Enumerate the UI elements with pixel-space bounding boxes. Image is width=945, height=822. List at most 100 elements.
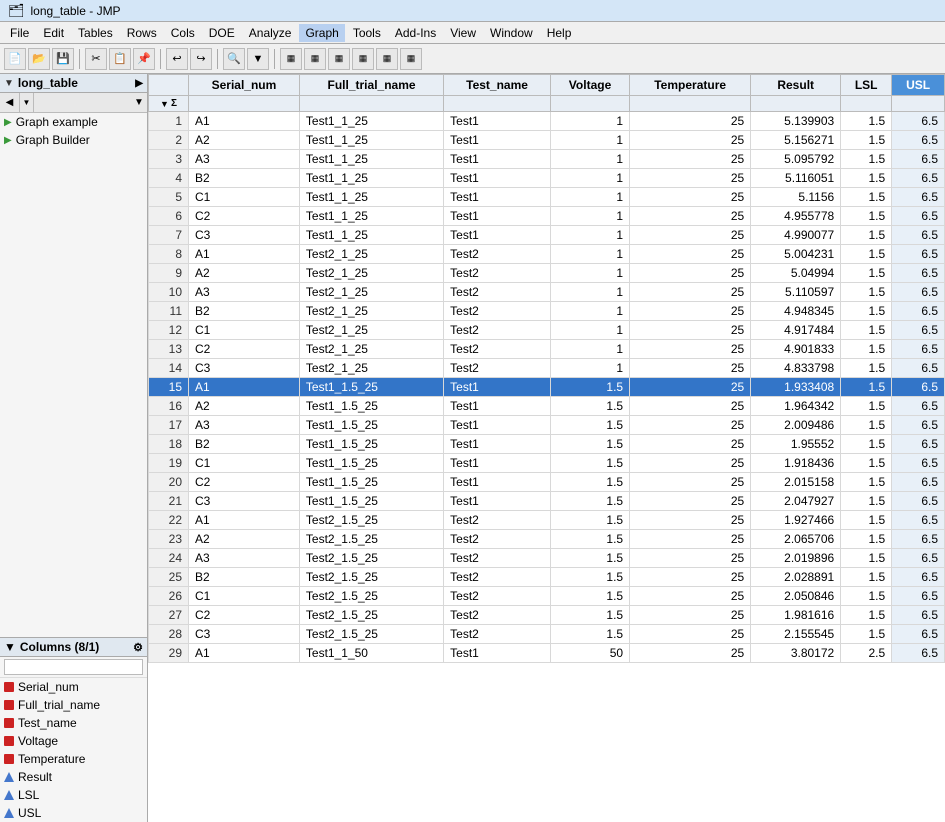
table-row[interactable]: 5C1Test1_1_25Test11255.11561.56.5 <box>149 188 945 207</box>
cell-full-trial: Test2_1_25 <box>299 340 443 359</box>
col-item-3[interactable]: Voltage <box>0 732 147 750</box>
toolbar-btn-redo[interactable]: ↪ <box>190 48 212 70</box>
table-row[interactable]: 6C2Test1_1_25Test11254.9557781.56.5 <box>149 207 945 226</box>
toolbar-btn-cut[interactable]: ✂ <box>85 48 107 70</box>
cell-usl: 6.5 <box>892 587 945 606</box>
nav-back-button[interactable]: ◀ <box>0 93 20 113</box>
table-area[interactable]: Serial_num Full_trial_name Test_name Vol… <box>148 74 945 822</box>
nav-filter-icon[interactable]: ▼ <box>131 93 147 113</box>
table-row[interactable]: 23A2Test2_1.5_25Test21.5252.0657061.56.5 <box>149 530 945 549</box>
menu-item-rows[interactable]: Rows <box>121 24 163 42</box>
filter-down-icon[interactable]: ▼ <box>160 99 169 109</box>
cell-test: Test1 <box>444 454 551 473</box>
toolbar-btn-copy[interactable]: 📋 <box>109 48 131 70</box>
columns-gear-icon[interactable]: ⚙ <box>133 641 143 654</box>
table-row[interactable]: 19C1Test1_1.5_25Test11.5251.9184361.56.5 <box>149 454 945 473</box>
table-row[interactable]: 20C2Test1_1.5_25Test11.5252.0151581.56.5 <box>149 473 945 492</box>
col-icon-blue <box>4 808 14 818</box>
toolbar-btn-a[interactable]: ▦ <box>280 48 302 70</box>
cell-full-trial: Test2_1.5_25 <box>299 606 443 625</box>
table-row[interactable]: 1A1Test1_1_25Test11255.1399031.56.5 <box>149 112 945 131</box>
cell-usl: 6.5 <box>892 644 945 663</box>
table-row[interactable]: 18B2Test1_1.5_25Test11.5251.955521.56.5 <box>149 435 945 454</box>
cell-serial: C3 <box>189 226 300 245</box>
table-row[interactable]: 3A3Test1_1_25Test11255.0957921.56.5 <box>149 150 945 169</box>
col-header-voltage[interactable]: Voltage <box>550 75 629 96</box>
col-header-temp[interactable]: Temperature <box>630 75 751 96</box>
menu-item-help[interactable]: Help <box>541 24 578 42</box>
table-row[interactable]: 9A2Test2_1_25Test21255.049941.56.5 <box>149 264 945 283</box>
col-header-result[interactable]: Result <box>751 75 841 96</box>
table-row[interactable]: 29A1Test1_1_50Test150253.801722.56.5 <box>149 644 945 663</box>
table-row[interactable]: 22A1Test2_1.5_25Test21.5251.9274661.56.5 <box>149 511 945 530</box>
menu-item-file[interactable]: File <box>4 24 35 42</box>
col-header-full-trial[interactable]: Full_trial_name <box>299 75 443 96</box>
nav-dropdown-button[interactable]: ▼ <box>20 93 34 113</box>
table-row[interactable]: 12C1Test2_1_25Test21254.9174841.56.5 <box>149 321 945 340</box>
cell-temp: 25 <box>630 207 751 226</box>
col-item-5[interactable]: Result <box>0 768 147 786</box>
col-item-6[interactable]: LSL <box>0 786 147 804</box>
toolbar-btn-f[interactable]: ▦ <box>400 48 422 70</box>
menu-item-window[interactable]: Window <box>484 24 539 42</box>
col-header-usl[interactable]: USL <box>892 75 945 96</box>
cols-collapse-icon[interactable]: ▼ <box>4 640 16 654</box>
table-row[interactable]: 7C3Test1_1_25Test11254.9900771.56.5 <box>149 226 945 245</box>
table-row[interactable]: 25B2Test2_1.5_25Test21.5252.0288911.56.5 <box>149 568 945 587</box>
panel-arrow-right[interactable]: ▶ <box>135 78 143 89</box>
table-row[interactable]: 26C1Test2_1.5_25Test21.5252.0508461.56.5 <box>149 587 945 606</box>
table-row[interactable]: 17A3Test1_1.5_25Test11.5252.0094861.56.5 <box>149 416 945 435</box>
col-header-serial[interactable]: Serial_num <box>189 75 300 96</box>
menu-item-doe[interactable]: DOE <box>203 24 241 42</box>
table-row[interactable]: 16A2Test1_1.5_25Test11.5251.9643421.56.5 <box>149 397 945 416</box>
table-row[interactable]: 4B2Test1_1_25Test11255.1160511.56.5 <box>149 169 945 188</box>
menu-item-add-ins[interactable]: Add-Ins <box>389 24 442 42</box>
toolbar-btn-search2[interactable]: ▼ <box>247 48 269 70</box>
col-header-lsl[interactable]: LSL <box>841 75 892 96</box>
cell-result: 4.901833 <box>751 340 841 359</box>
col-item-4[interactable]: Temperature <box>0 750 147 768</box>
toolbar-btn-search[interactable]: 🔍 <box>223 48 245 70</box>
toolbar-btn-e[interactable]: ▦ <box>376 48 398 70</box>
table-row[interactable]: 8A1Test2_1_25Test21255.0042311.56.5 <box>149 245 945 264</box>
toolbar-btn-3[interactable]: 💾 <box>52 48 74 70</box>
menu-item-graph[interactable]: Graph <box>299 24 344 42</box>
cell-serial: A2 <box>189 264 300 283</box>
toolbar-btn-d[interactable]: ▦ <box>352 48 374 70</box>
toolbar-btn-2[interactable]: 📂 <box>28 48 50 70</box>
cell-voltage: 1 <box>550 112 629 131</box>
table-row[interactable]: 13C2Test2_1_25Test21254.9018331.56.5 <box>149 340 945 359</box>
toolbar-btn-c[interactable]: ▦ <box>328 48 350 70</box>
col-header-test[interactable]: Test_name <box>444 75 551 96</box>
table-row[interactable]: 15A1Test1_1.5_25Test11.5251.9334081.56.5 <box>149 378 945 397</box>
col-item-0[interactable]: Serial_num <box>0 678 147 696</box>
toolbar-btn-b[interactable]: ▦ <box>304 48 326 70</box>
cell-lsl: 1.5 <box>841 245 892 264</box>
panel-collapse-icon[interactable]: ▼ <box>4 78 14 89</box>
table-row[interactable]: 27C2Test2_1.5_25Test21.5251.9816161.56.5 <box>149 606 945 625</box>
table-row[interactable]: 14C3Test2_1_25Test21254.8337981.56.5 <box>149 359 945 378</box>
table-row[interactable]: 28C3Test2_1.5_25Test21.5252.1555451.56.5 <box>149 625 945 644</box>
menu-item-cols[interactable]: Cols <box>165 24 201 42</box>
menu-item-tools[interactable]: Tools <box>347 24 387 42</box>
col-item-7[interactable]: USL <box>0 804 147 822</box>
table-row[interactable]: 21C3Test1_1.5_25Test11.5252.0479271.56.5 <box>149 492 945 511</box>
cell-usl: 6.5 <box>892 568 945 587</box>
column-search-input[interactable] <box>4 659 143 675</box>
table-row[interactable]: 2A2Test1_1_25Test11255.1562711.56.5 <box>149 131 945 150</box>
toolbar-btn-undo[interactable]: ↩ <box>166 48 188 70</box>
col-item-1[interactable]: Full_trial_name <box>0 696 147 714</box>
cell-temp: 25 <box>630 150 751 169</box>
menu-item-view[interactable]: View <box>444 24 482 42</box>
toolbar-btn-paste[interactable]: 📌 <box>133 48 155 70</box>
menu-item-tables[interactable]: Tables <box>72 24 119 42</box>
table-row[interactable]: 11B2Test2_1_25Test21254.9483451.56.5 <box>149 302 945 321</box>
table-row[interactable]: 24A3Test2_1.5_25Test21.5252.0198961.56.5 <box>149 549 945 568</box>
tree-item-graph-example[interactable]: ▶ Graph example <box>0 113 147 131</box>
menu-item-edit[interactable]: Edit <box>37 24 70 42</box>
menu-item-analyze[interactable]: Analyze <box>243 24 298 42</box>
col-item-2[interactable]: Test_name <box>0 714 147 732</box>
toolbar-btn-1[interactable]: 📄 <box>4 48 26 70</box>
table-row[interactable]: 10A3Test2_1_25Test21255.1105971.56.5 <box>149 283 945 302</box>
tree-item-graph-builder[interactable]: ▶ Graph Builder <box>0 131 147 149</box>
